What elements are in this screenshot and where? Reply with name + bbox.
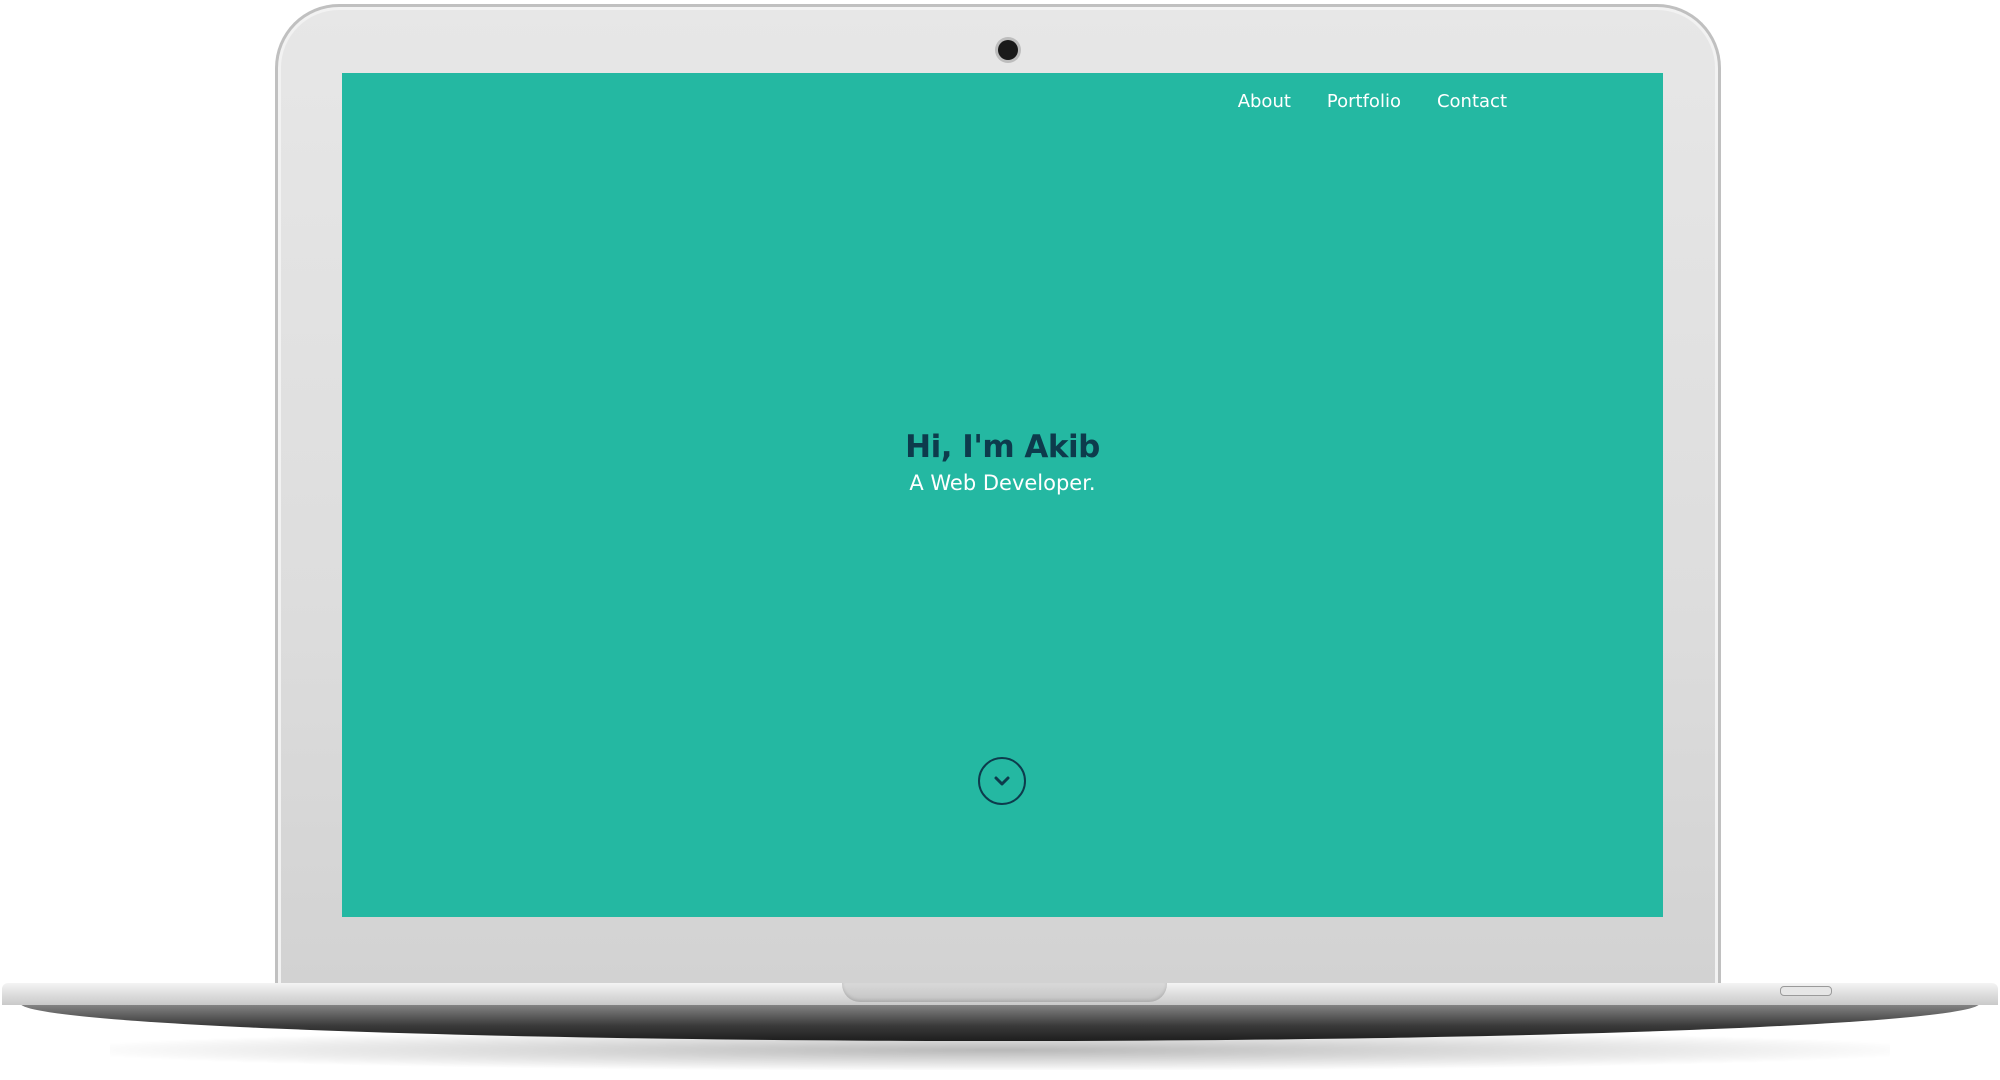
hero-section: Hi, I'm Akib A Web Developer.	[342, 429, 1663, 495]
nav-link-contact[interactable]: Contact	[1437, 91, 1507, 112]
scroll-down-button[interactable]	[978, 757, 1026, 805]
chevron-down-icon	[994, 776, 1010, 786]
laptop-mockup: About Portfolio Contact Hi, I'm Akib A W…	[0, 0, 2000, 1080]
nav-link-about[interactable]: About	[1238, 91, 1291, 112]
hero-subtitle: A Web Developer.	[909, 471, 1096, 495]
website-screen: About Portfolio Contact Hi, I'm Akib A W…	[342, 73, 1663, 917]
camera-icon	[998, 40, 1018, 60]
nav-link-portfolio[interactable]: Portfolio	[1327, 91, 1401, 112]
top-nav: About Portfolio Contact	[1238, 91, 1507, 112]
laptop-port	[1780, 986, 1832, 996]
laptop-hinge-notch	[842, 983, 1167, 1002]
hero-title: Hi, I'm Akib	[905, 429, 1100, 465]
